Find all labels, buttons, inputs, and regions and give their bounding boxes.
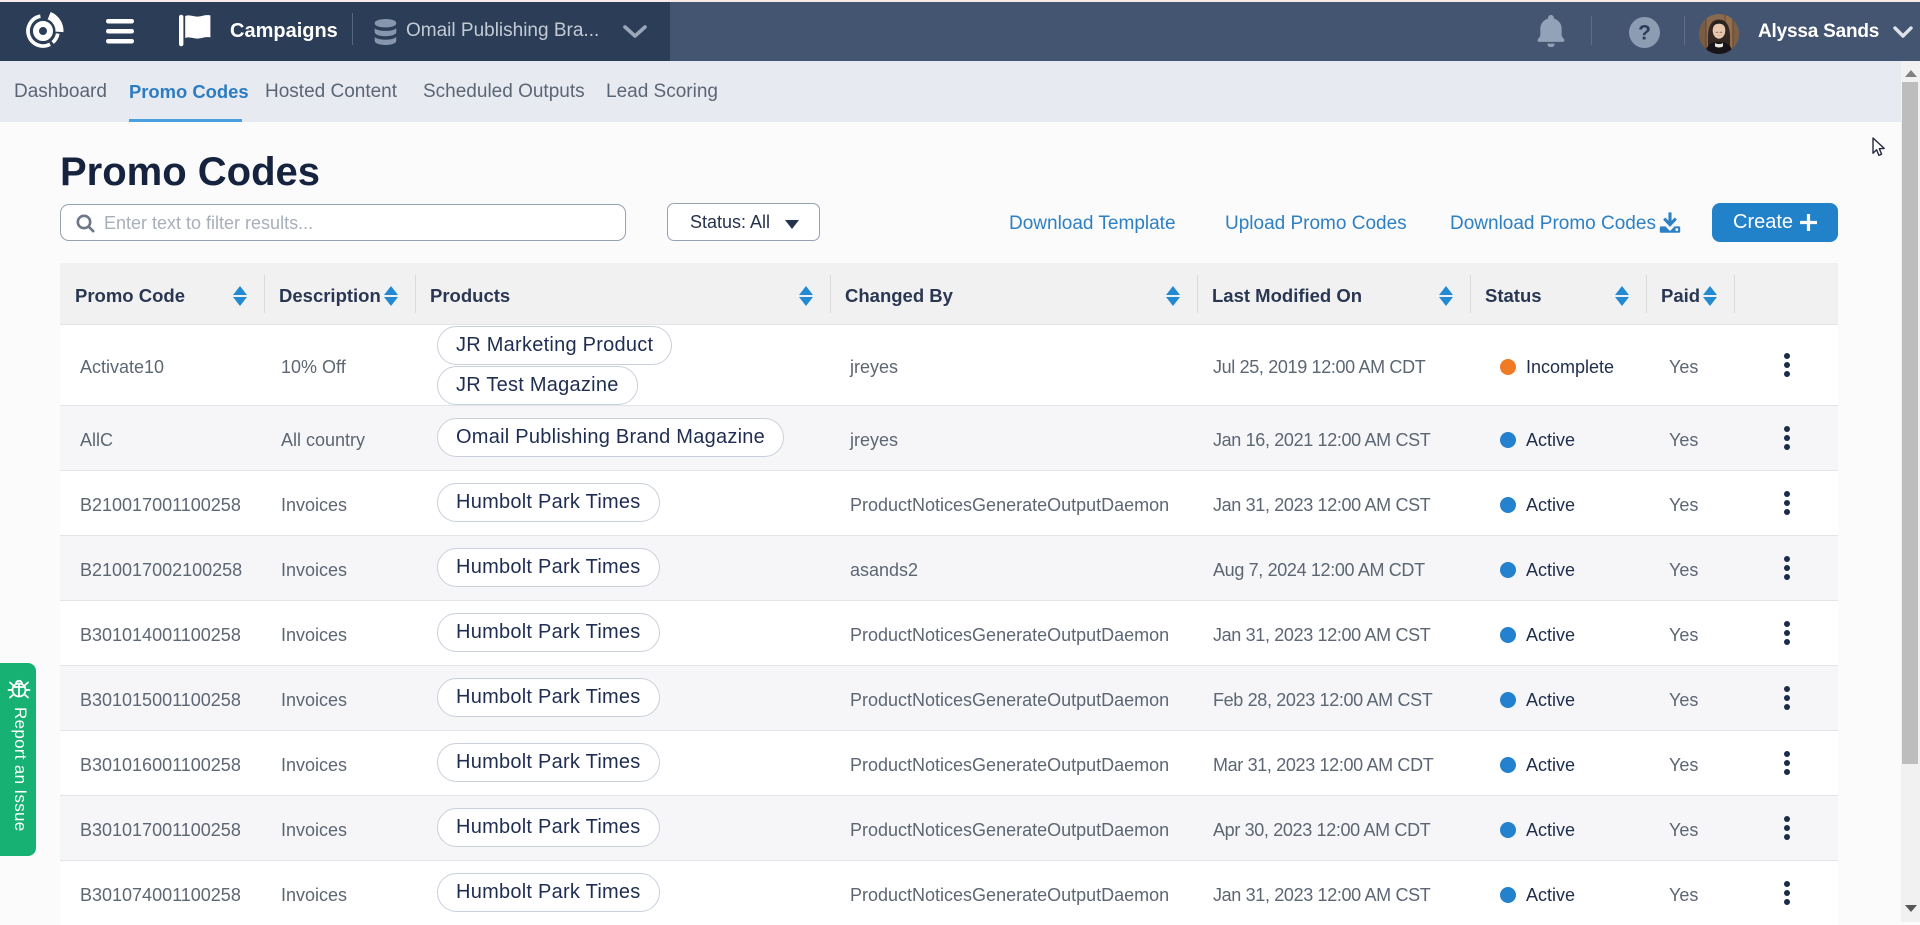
svg-text:?: ? [1638,22,1651,45]
